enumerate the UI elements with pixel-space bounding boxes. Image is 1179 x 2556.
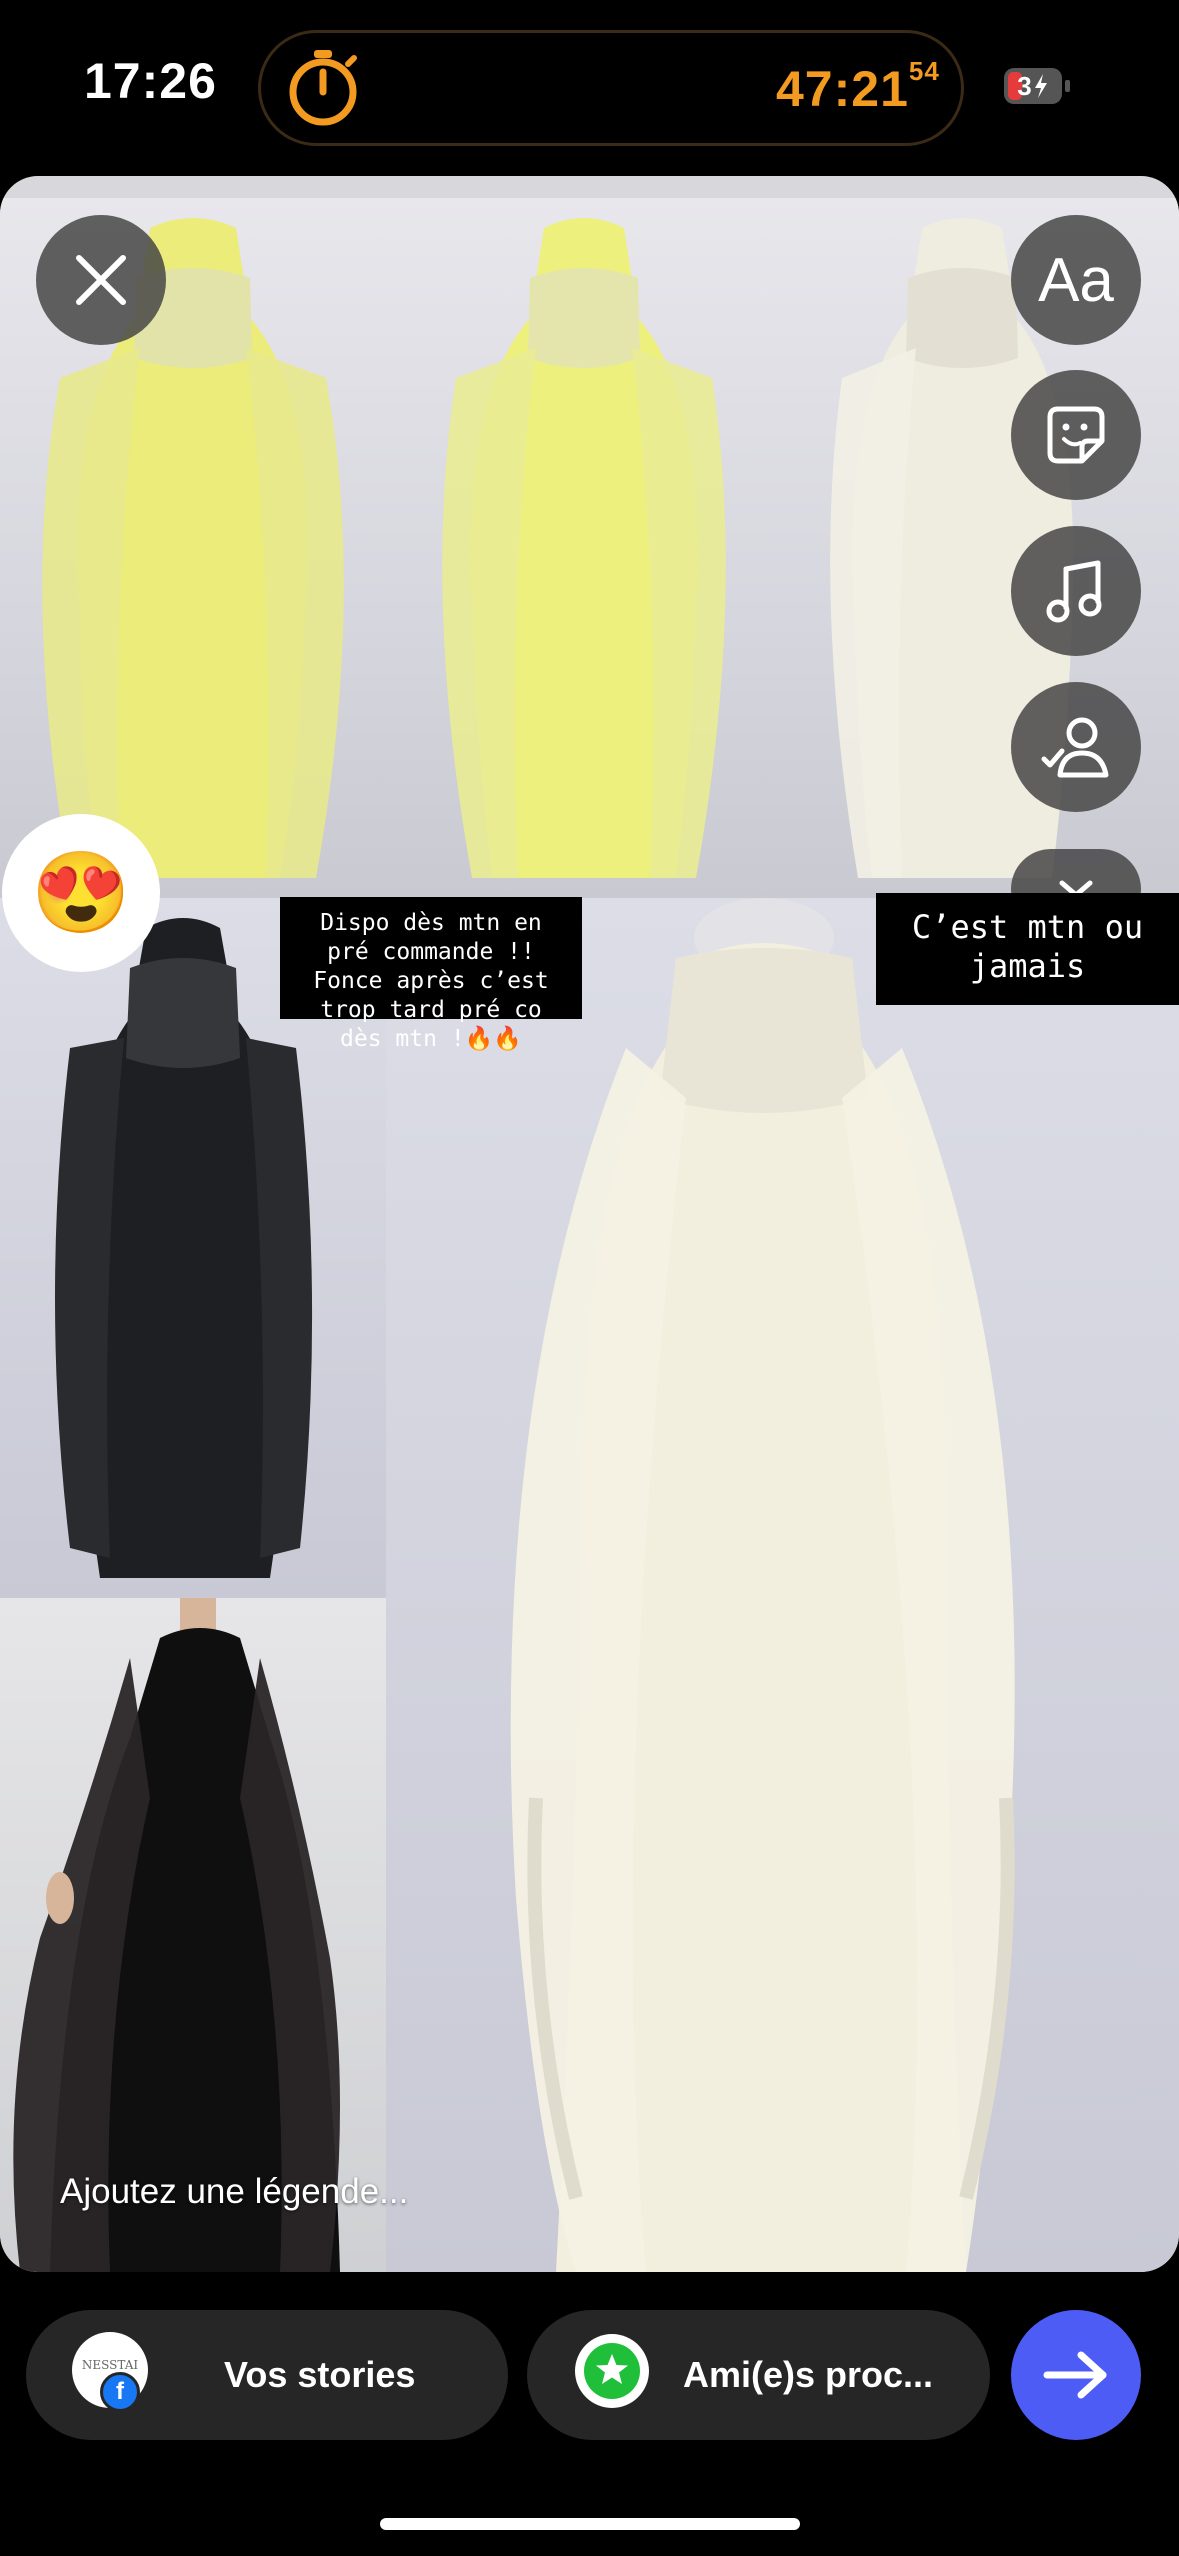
close-friends-button[interactable]: Ami(e)s proc... [527, 2310, 990, 2440]
close-friends-label: Ami(e)s proc... [683, 2354, 934, 2395]
mention-tool-button[interactable] [1011, 682, 1141, 812]
home-indicator[interactable] [380, 2518, 800, 2530]
text-tool-button[interactable]: Aa [1011, 215, 1141, 345]
close-icon [76, 255, 126, 305]
timer-main: 47:21 [776, 61, 909, 117]
charging-bolt-icon [1034, 74, 1047, 98]
battery-label: 3 [1017, 70, 1032, 101]
mention-icon [1041, 717, 1109, 778]
sticker-icon [1047, 406, 1105, 464]
text-tool-label: Aa [1038, 245, 1114, 315]
photo-yellow-dress-2 [386, 198, 782, 898]
photo-cream-dress-large [386, 898, 1179, 2272]
sticker-tool-button[interactable] [1011, 370, 1141, 500]
send-button[interactable] [1011, 2310, 1141, 2440]
music-tool-button[interactable] [1011, 526, 1141, 656]
battery-indicator: 3 [1004, 68, 1070, 104]
emoji-heart-eyes: 😍 [31, 848, 131, 937]
facebook-icon: f [100, 2372, 140, 2412]
close-friends-star-icon [575, 2334, 649, 2408]
photo-model-black-dress [0, 1598, 386, 2272]
your-stories-button[interactable]: NESSTAI f Vos stories [26, 2310, 508, 2440]
caption-input[interactable]: Ajoutez une légende... [60, 2172, 408, 2212]
timer-icon [289, 50, 357, 126]
music-icon [1046, 560, 1102, 623]
arrow-right-icon [1043, 2351, 1107, 2399]
avatar-text: NESSTAI [81, 2358, 139, 2372]
story-canvas[interactable]: Ajoutez une légende... [0, 176, 1179, 2272]
text-sticker-preorder[interactable]: Dispo dès mtn en pré commande !! Fonce a… [280, 897, 582, 1052]
status-time: 17:26 [84, 53, 217, 109]
your-stories-label: Vos stories [224, 2354, 416, 2395]
text-sticker-now-or-never[interactable]: C’est mtn ou jamais [876, 893, 1179, 1005]
timer-readout: 47:2154 [776, 56, 940, 118]
emoji-sticker[interactable]: 😍 [2, 814, 160, 972]
close-button[interactable] [36, 215, 166, 345]
timer-seconds: 54 [908, 56, 940, 86]
